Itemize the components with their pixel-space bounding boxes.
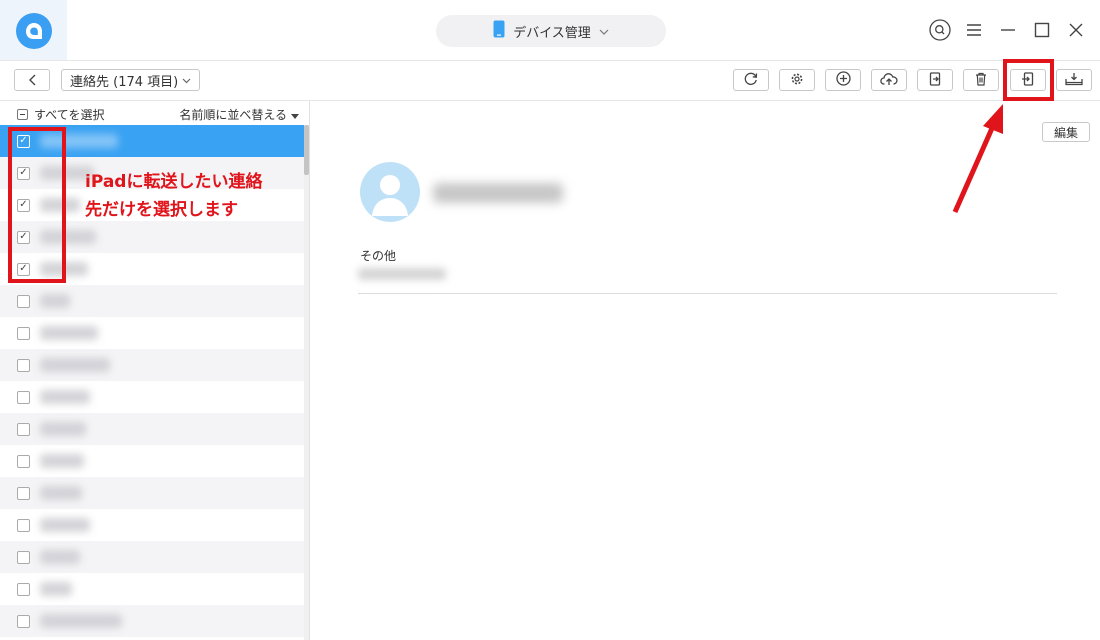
chevron-left-icon (28, 71, 36, 90)
checkbox[interactable] (17, 614, 30, 628)
title-bar: デバイス管理 (0, 0, 1100, 61)
chevron-down-icon (599, 24, 609, 39)
checkbox[interactable] (17, 454, 30, 468)
contact-row[interactable] (0, 509, 304, 541)
delete-button[interactable] (963, 69, 999, 91)
checkbox[interactable] (17, 582, 30, 596)
export-button[interactable] (917, 69, 953, 91)
export-icon (928, 71, 942, 90)
contact-row[interactable] (0, 605, 304, 637)
add-button[interactable] (825, 69, 861, 91)
checkbox[interactable] (17, 486, 30, 500)
checkbox[interactable] (17, 390, 30, 404)
checkbox[interactable] (17, 518, 30, 532)
menu-icon[interactable] (962, 18, 986, 42)
contact-name-redacted (40, 486, 82, 500)
toolbar: 連絡先 (174 項目) (0, 60, 1100, 101)
annotation-box-checkboxes (8, 127, 66, 283)
contact-name-redacted (433, 183, 563, 203)
settings-button[interactable] (779, 69, 815, 91)
contact-row[interactable] (0, 477, 304, 509)
minimize-icon[interactable] (996, 18, 1020, 42)
checkbox[interactable] (17, 358, 30, 372)
contact-name-redacted (40, 518, 90, 532)
annotation-box-transfer-button (1003, 59, 1054, 101)
refresh-button[interactable] (733, 69, 769, 91)
contact-row[interactable] (0, 349, 304, 381)
device-title: デバイス管理 (513, 25, 591, 41)
contact-row[interactable] (0, 541, 304, 573)
contact-name-redacted (40, 294, 70, 308)
checkbox[interactable] (17, 550, 30, 564)
contact-name-redacted (40, 326, 98, 340)
maximize-icon[interactable] (1030, 18, 1054, 42)
detail-divider (358, 293, 1057, 294)
refresh-icon (744, 71, 758, 90)
annotation-callout: iPadに転送したい連絡 先だけを選択します (85, 172, 263, 220)
sort-label: 名前順に並べ替える (179, 108, 287, 122)
category-label: 連絡先 (174 項目) (70, 74, 179, 90)
device-manager-dropdown[interactable]: デバイス管理 (436, 15, 666, 47)
section-other-label: その他 (360, 249, 397, 263)
search-icon[interactable] (928, 18, 952, 42)
contact-row[interactable] (0, 445, 304, 477)
list-header: すべてを選択 名前順に並べ替える (0, 101, 309, 125)
upload-cloud-button[interactable] (871, 69, 907, 91)
to-pc-button[interactable] (1056, 69, 1092, 91)
field-value-redacted (358, 268, 446, 280)
caret-down-icon (291, 108, 299, 122)
partial-check-icon (17, 109, 28, 120)
app-logo-area (0, 0, 67, 60)
edit-button[interactable]: 編集 (1042, 122, 1090, 142)
contact-name-redacted (40, 422, 86, 436)
chevron-down-icon (182, 73, 191, 88)
app-logo-icon[interactable] (16, 13, 52, 49)
contact-name-redacted (40, 614, 122, 628)
back-button[interactable] (14, 69, 50, 91)
sort-dropdown[interactable]: 名前順に並べ替える (179, 106, 299, 123)
delete-icon (974, 71, 988, 90)
category-dropdown[interactable]: 連絡先 (174 項目) (61, 69, 201, 91)
contact-name-redacted (40, 454, 84, 468)
phone-icon (493, 20, 505, 42)
contact-name-redacted (40, 390, 90, 404)
to-pc-icon (1065, 71, 1083, 90)
select-all-label: すべてを選択 (34, 108, 105, 122)
contact-row[interactable] (0, 573, 304, 605)
contact-name-redacted (40, 582, 72, 596)
upload-cloud-icon (880, 71, 898, 90)
select-all-checkbox[interactable]: すべてを選択 (17, 106, 104, 123)
window-controls (928, 18, 1088, 42)
contact-row[interactable] (0, 381, 304, 413)
contact-avatar (360, 162, 420, 222)
contact-name-redacted (40, 358, 110, 372)
contact-row[interactable] (0, 317, 304, 349)
close-icon[interactable] (1064, 18, 1088, 42)
contact-row[interactable] (0, 413, 304, 445)
checkbox[interactable] (17, 294, 30, 308)
settings-icon (790, 71, 804, 90)
contact-row[interactable] (0, 285, 304, 317)
add-icon (835, 70, 851, 90)
pane-divider (309, 101, 310, 640)
contact-name-redacted (40, 550, 80, 564)
checkbox[interactable] (17, 422, 30, 436)
checkbox[interactable] (17, 326, 30, 340)
